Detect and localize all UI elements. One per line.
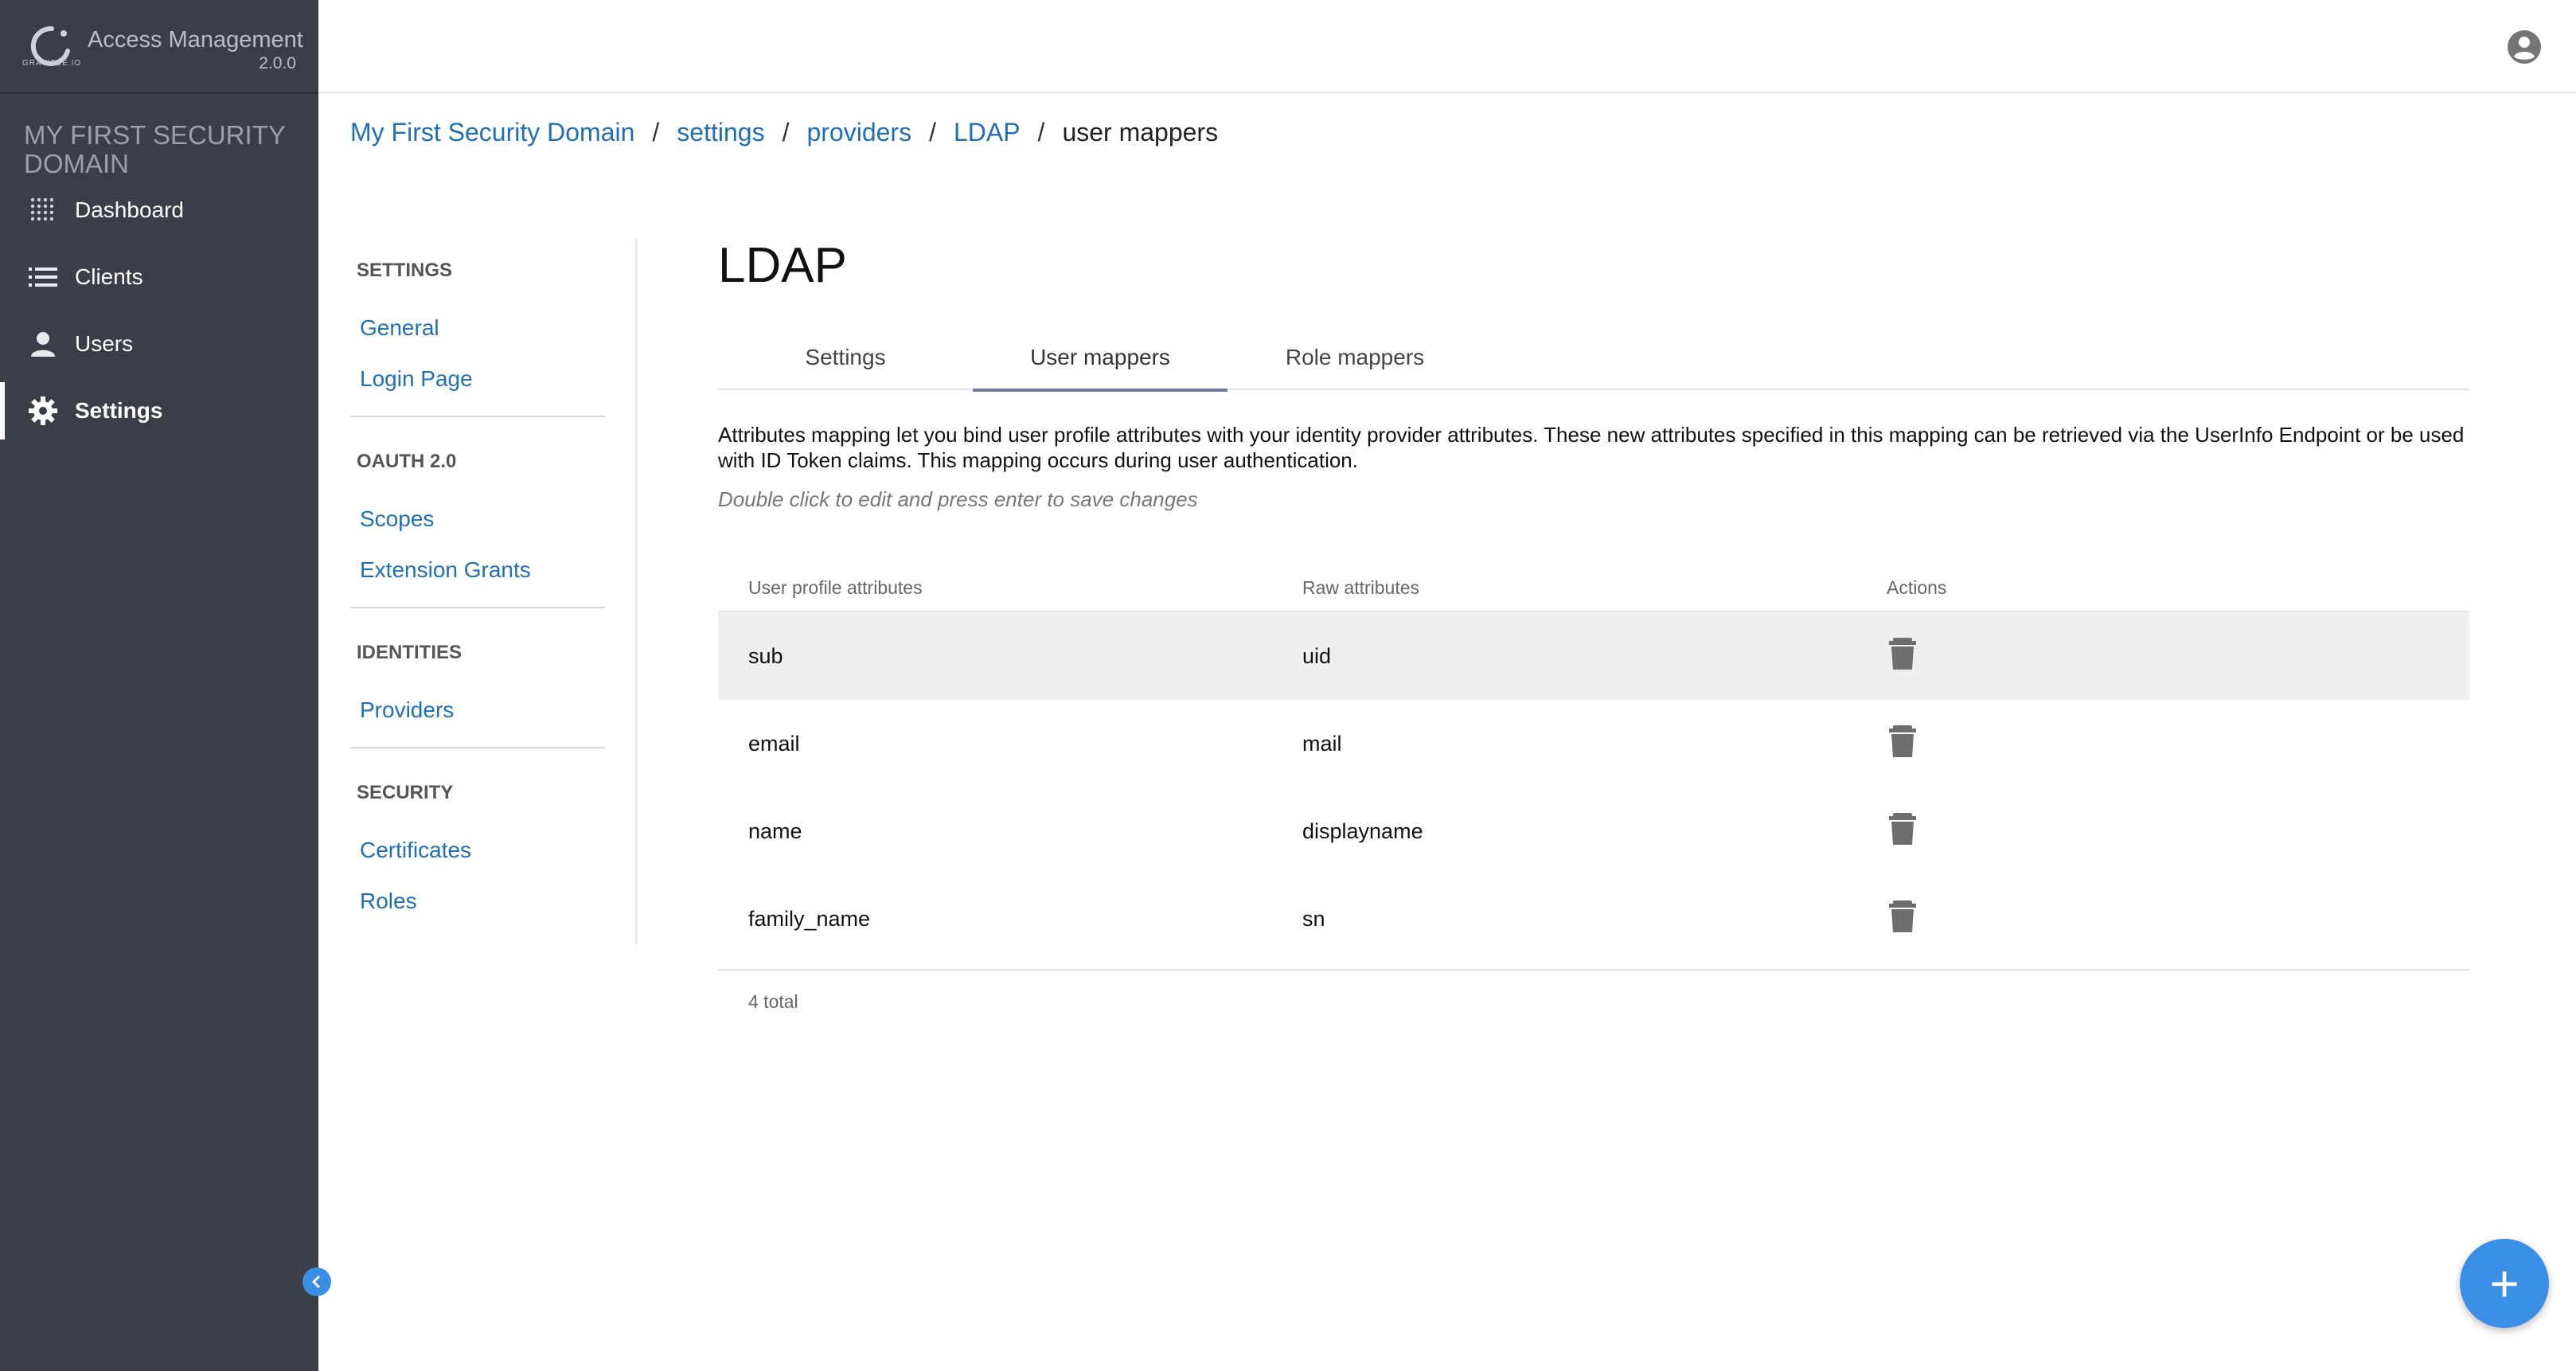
cell-actions <box>1887 724 2469 764</box>
domain-title: MY FIRST SECURITY DOMAIN <box>24 120 286 178</box>
delete-icon[interactable] <box>1887 636 1918 671</box>
delete-icon[interactable] <box>1887 899 1918 934</box>
table-header: User profile attributes Raw attributes A… <box>718 564 2469 612</box>
cell-raw-attribute[interactable]: sn <box>1302 907 1887 932</box>
submenu-section-oauth: OAUTH 2.0 Scopes Extension Grants <box>350 430 635 596</box>
submenu-link-certificates[interactable]: Certificates <box>357 825 635 876</box>
cell-actions <box>1887 636 2469 677</box>
cell-profile-attribute[interactable]: name <box>718 819 1302 844</box>
list-icon <box>27 261 59 293</box>
cell-actions <box>1887 899 2469 939</box>
cell-profile-attribute[interactable]: sub <box>718 644 1302 669</box>
submenu-divider <box>350 747 605 748</box>
tab-role-mappers[interactable]: Role mappers <box>1228 325 1482 390</box>
plus-icon: + <box>2489 1255 2519 1312</box>
sidebar-item-label: Dashboard <box>75 197 184 222</box>
main-content: LDAP Settings User mappers Role mappers … <box>718 231 2469 1033</box>
column-header-actions: Actions <box>1887 576 1947 598</box>
sidebar-item-settings[interactable]: Settings <box>0 377 318 444</box>
breadcrumb-security-domain[interactable]: My First Security Domain <box>350 118 634 147</box>
submenu-link-general[interactable]: General <box>357 303 635 353</box>
tab-user-mappers[interactable]: User mappers <box>973 325 1228 392</box>
delete-icon[interactable] <box>1887 811 1918 846</box>
submenu-section-security: SECURITY Certificates Roles <box>350 761 635 927</box>
user-mappers-table: User profile attributes Raw attributes A… <box>718 564 2469 1033</box>
logo-text: GRAVITEE.IO <box>22 59 82 68</box>
submenu-heading: OAUTH 2.0 <box>357 451 457 472</box>
submenu-link-extension-grants[interactable]: Extension Grants <box>357 545 635 596</box>
submenu-section-settings: SETTINGS General Login Page <box>350 239 635 404</box>
submenu-divider <box>350 607 605 608</box>
table-footer-total: 4 total <box>718 969 2469 1033</box>
edit-hint: Double click to edit and press enter to … <box>718 487 1198 511</box>
mapping-description: Attributes mapping let you bind user pro… <box>718 423 2465 472</box>
logo-area[interactable]: GRAVITEE.IO Access Management 2.0.0 <box>0 0 318 92</box>
app-version: 2.0.0 <box>259 54 296 72</box>
sidebar-collapse-button[interactable] <box>302 1267 331 1296</box>
column-header-raw[interactable]: Raw attributes <box>1302 577 1887 599</box>
sidebar-item-label: Clients <box>75 264 143 289</box>
sidebar-item-label: Users <box>75 331 134 356</box>
page-title: LDAP <box>718 238 847 293</box>
submenu-heading: IDENTITIES <box>357 642 463 663</box>
delete-icon[interactable] <box>1887 724 1918 759</box>
breadcrumb-separator: / <box>652 118 660 146</box>
breadcrumb-separator: / <box>782 118 790 146</box>
add-mapper-button[interactable]: + <box>2460 1239 2549 1328</box>
breadcrumb-providers[interactable]: providers <box>806 118 911 147</box>
submenu-link-roles[interactable]: Roles <box>357 876 635 927</box>
table-row[interactable]: email mail <box>718 700 2469 787</box>
breadcrumb-current: user mappers <box>1062 118 1219 146</box>
settings-submenu: SETTINGS General Login Page OAUTH 2.0 Sc… <box>350 239 637 944</box>
breadcrumb-separator: / <box>1037 118 1045 146</box>
sidebar-item-users[interactable]: Users <box>0 311 318 377</box>
person-icon <box>27 328 59 360</box>
cell-raw-attribute[interactable]: displayname <box>1302 819 1887 844</box>
top-bar <box>318 0 2576 93</box>
table-row[interactable]: name displayname <box>718 787 2469 875</box>
sidebar-divider <box>0 92 318 94</box>
cell-actions <box>1887 811 2469 852</box>
breadcrumb-settings[interactable]: settings <box>677 118 764 147</box>
table-row[interactable]: sub uid <box>718 612 2469 700</box>
cell-profile-attribute[interactable]: email <box>718 732 1302 756</box>
app-name: Access Management <box>88 27 303 53</box>
column-header-profile[interactable]: User profile attributes <box>718 577 1302 599</box>
tab-settings[interactable]: Settings <box>718 325 973 390</box>
cell-raw-attribute[interactable]: uid <box>1302 644 1887 669</box>
submenu-link-scopes[interactable]: Scopes <box>357 494 635 545</box>
submenu-link-providers[interactable]: Providers <box>357 685 635 736</box>
gear-icon <box>27 395 59 427</box>
breadcrumb-separator: / <box>929 118 936 146</box>
submenu-heading: SETTINGS <box>357 260 453 281</box>
breadcrumb: My First Security Domain / settings / pr… <box>350 118 1218 147</box>
sidebar-item-clients[interactable]: Clients <box>0 244 318 311</box>
sidebar-item-label: Settings <box>75 398 163 423</box>
submenu-divider <box>350 416 605 417</box>
table-row[interactable]: family_name sn <box>718 875 2469 963</box>
submenu-heading: SECURITY <box>357 782 454 803</box>
provider-tabs: Settings User mappers Role mappers <box>718 325 2469 392</box>
sidebar-item-dashboard[interactable]: Dashboard <box>0 177 318 244</box>
sidebar: GRAVITEE.IO Access Management 2.0.0 MY F… <box>0 0 318 1371</box>
sidebar-nav: Dashboard Clients Users Settings <box>0 177 318 444</box>
cell-profile-attribute[interactable]: family_name <box>718 907 1302 932</box>
breadcrumb-ldap[interactable]: LDAP <box>954 118 1021 147</box>
submenu-section-identities: IDENTITIES Providers <box>350 621 635 736</box>
submenu-link-login-page[interactable]: Login Page <box>357 353 635 404</box>
chevron-left-icon <box>312 1275 320 1288</box>
cell-raw-attribute[interactable]: mail <box>1302 732 1887 756</box>
account-circle-icon[interactable] <box>2506 29 2543 65</box>
dashboard-icon <box>27 194 59 226</box>
